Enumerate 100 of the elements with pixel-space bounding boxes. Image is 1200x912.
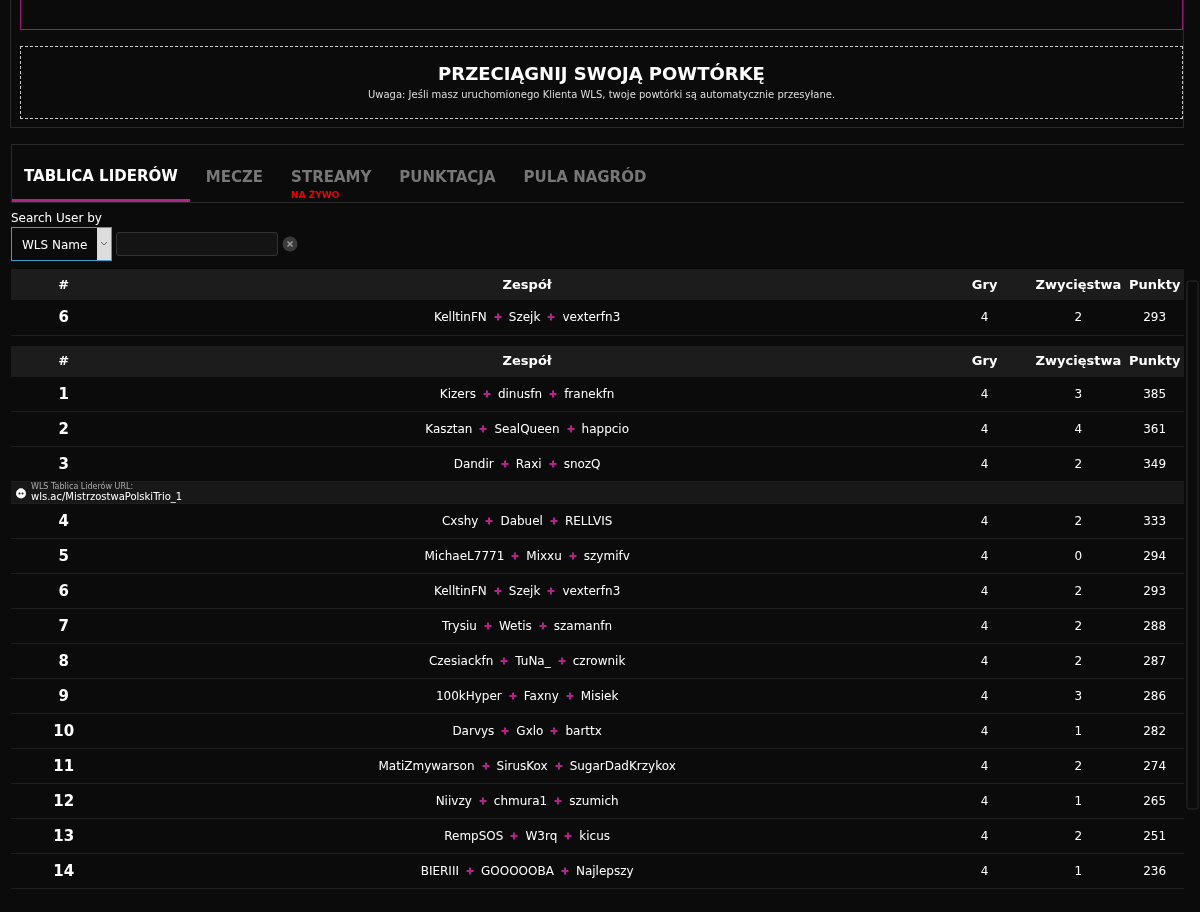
wins-cell: 2 (1031, 503, 1126, 539)
plus-icon (548, 460, 557, 469)
plus-icon (485, 517, 494, 526)
search-label: Search User by (11, 210, 103, 228)
plus-icon (493, 313, 502, 322)
tab[interactable]: STREAMY NA ŻYWO (279, 156, 384, 203)
player-name: Szejk (508, 309, 541, 327)
player-name: KelltinFN (433, 583, 487, 601)
search-input-field[interactable] (116, 232, 279, 257)
plus-icon (500, 657, 509, 666)
points-cell: 265 (1125, 783, 1184, 819)
plus-icon (568, 552, 577, 561)
drop-zone-title: PRZECIĄGNIJ SWOJĄ POWTÓRKĘ (437, 63, 766, 85)
player-name: RempSOS (444, 828, 504, 846)
player-name: SugarDadKrzykox (569, 758, 676, 776)
player-name: RELLVIS (564, 513, 613, 531)
player-name: kicus (579, 828, 610, 846)
wins-cell: 1 (1031, 853, 1126, 889)
games-cell: 4 (937, 748, 1032, 784)
column-header: # (11, 345, 117, 377)
player-name: BIERIII (420, 863, 459, 881)
wins-cell: 2 (1031, 748, 1126, 784)
column-header: Gry (937, 269, 1032, 301)
search-type-select[interactable]: WLS Name (11, 227, 113, 262)
tab[interactable]: TABLICA LIDERÓW (12, 156, 190, 203)
plus-icon (508, 692, 517, 701)
player-name: Misiek (580, 688, 619, 706)
plus-icon (547, 313, 556, 322)
column-header: Zwycięstwa (1031, 269, 1126, 301)
points-cell: 293 (1125, 300, 1184, 336)
leaderboard-url[interactable]: wls.ac/MistrzostwaPolskiTrio_1 (31, 491, 183, 503)
player-name: Czesiackfn (428, 653, 494, 671)
wins-cell: 2 (1031, 446, 1126, 482)
player-name: Kizers (439, 385, 476, 403)
rank-cell: 6 (11, 300, 117, 336)
rank-cell: 5 (11, 538, 117, 574)
wins-cell: 3 (1031, 376, 1126, 412)
points-cell: 349 (1125, 446, 1184, 482)
drop-zone[interactable]: PRZECIĄGNIJ SWOJĄ POWTÓRKĘ Uwaga: Jeśli masz uruchomionego Klienta WLS, twoje powtórki są automatycznie przesyłane. (20, 46, 1183, 119)
plus-icon (564, 832, 573, 841)
player-name: dinusfn (497, 385, 543, 403)
player-name: szamanfn (553, 618, 613, 636)
plus-icon (554, 762, 563, 771)
rank-cell: 4 (11, 503, 117, 539)
player-name: Kasztan (425, 421, 473, 439)
tab[interactable]: PULA NAGRÓD (511, 156, 659, 203)
games-cell: 4 (937, 713, 1032, 749)
wins-cell: 3 (1031, 678, 1126, 714)
games-cell: 4 (937, 643, 1032, 679)
player-name: GOOOOOBA (480, 863, 554, 881)
games-cell: 4 (937, 678, 1032, 714)
rank-cell: 10 (11, 713, 117, 749)
games-cell: 4 (937, 853, 1032, 889)
column-header: Zespół (116, 269, 938, 301)
player-name: 100kHyper (435, 688, 502, 706)
points-cell: 361 (1125, 411, 1184, 447)
plus-icon (557, 657, 566, 666)
player-name: vexterfn3 (562, 583, 621, 601)
player-name: KelltinFN (433, 309, 487, 327)
player-name: szumich (569, 793, 619, 811)
plus-icon (493, 587, 502, 596)
player-name: W3rq (525, 828, 558, 846)
player-name: Niivzy (435, 793, 472, 811)
wins-cell: 2 (1031, 643, 1126, 679)
games-cell: 4 (937, 573, 1032, 609)
rank-cell: 11 (11, 748, 117, 784)
games-cell: 4 (937, 818, 1032, 854)
column-header: # (11, 269, 117, 301)
player-name: Gxlo (516, 723, 544, 741)
plus-icon (511, 552, 520, 561)
rank-cell: 12 (11, 783, 117, 819)
player-name: vexterfn3 (562, 309, 621, 327)
live-label: NA ŻYWO (291, 188, 340, 202)
wins-cell: 1 (1031, 783, 1126, 819)
points-cell: 251 (1125, 818, 1184, 854)
rank-cell: 6 (11, 573, 117, 609)
tab[interactable]: MECZE (193, 156, 276, 203)
games-cell: 4 (937, 411, 1032, 447)
games-cell: 4 (937, 538, 1032, 574)
games-cell: 4 (937, 503, 1032, 539)
plus-icon (554, 797, 563, 806)
games-cell: 4 (937, 608, 1032, 644)
player-name: Mixxu (526, 548, 562, 566)
clear-icon[interactable] (282, 236, 299, 253)
wins-cell: 4 (1031, 411, 1126, 447)
points-cell: 274 (1125, 748, 1184, 784)
points-cell: 282 (1125, 713, 1184, 749)
games-cell: 4 (937, 376, 1032, 412)
plus-icon (481, 762, 490, 771)
player-name: czrownik (572, 653, 626, 671)
tab[interactable]: PUNKTACJA (387, 156, 508, 203)
player-name: Najlepszy (575, 863, 634, 881)
points-cell: 286 (1125, 678, 1184, 714)
rank-cell: 7 (11, 608, 117, 644)
player-name: szymifv (583, 548, 630, 566)
player-name: Raxi (515, 456, 542, 474)
player-name: Faxny (523, 688, 559, 706)
player-name: Trysiu (442, 618, 477, 636)
plus-icon (478, 797, 487, 806)
chevron-down-icon (100, 241, 109, 248)
